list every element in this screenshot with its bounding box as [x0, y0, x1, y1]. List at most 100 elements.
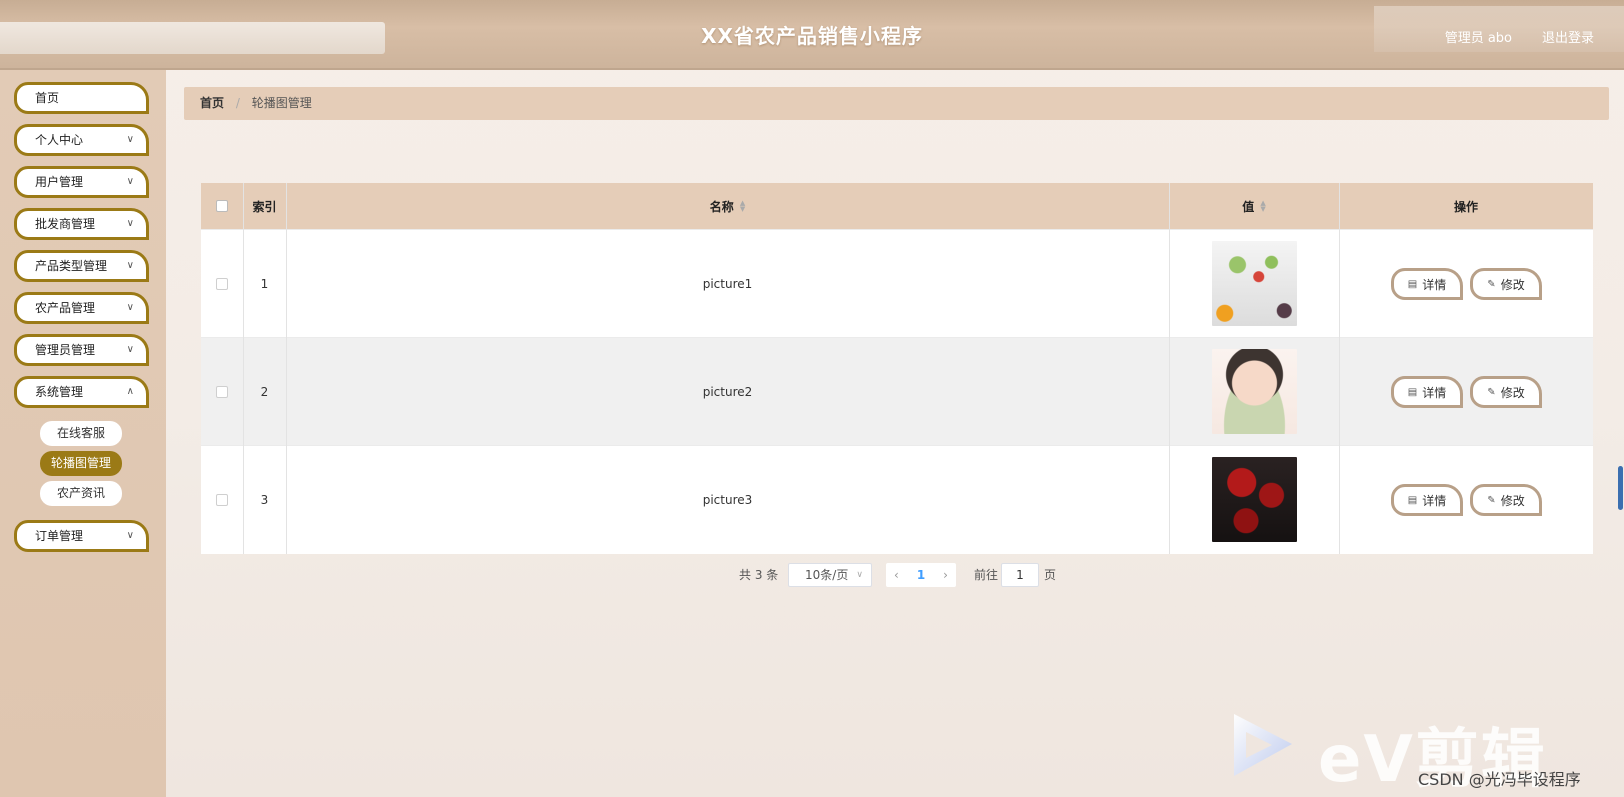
row-checkbox[interactable] [216, 277, 228, 290]
header-name-label: 名称 [709, 199, 734, 214]
app-title: XX省农产品销售小程序 [701, 24, 923, 48]
table-row: 1 picture1 ▤ 详情 ✎ 修改 [201, 229, 1593, 337]
chevron-down-icon: ∨ [126, 134, 134, 145]
detail-button[interactable]: ▤ 详情 [1391, 268, 1463, 300]
row-checkbox-cell [201, 338, 243, 445]
sidebar-item-system[interactable]: 系统管理 ∧ [14, 376, 149, 408]
sidebar-item-label: 农产品管理 [35, 301, 96, 315]
header-index: 索引 [252, 199, 277, 214]
sort-icon: ▲ ▼ [1260, 199, 1266, 213]
sidebar-item-products[interactable]: 农产品管理 ∨ [14, 292, 149, 324]
column-divider [243, 183, 244, 554]
table-header: 索引 名称 ▲ ▼ 值 ▲ ▼ 操作 [201, 183, 1593, 229]
sidebar-subitem-online-service[interactable]: 在线客服 [40, 421, 122, 446]
row-name: picture1 [702, 276, 753, 291]
prev-page-icon[interactable]: ‹ [894, 568, 899, 582]
goto-label: 前往 [974, 568, 999, 582]
edit-button-label: 修改 [1500, 493, 1525, 508]
chevron-down-icon: ∨ [856, 570, 863, 580]
next-page-icon[interactable]: › [943, 568, 948, 582]
breadcrumb-home[interactable]: 首页 [200, 96, 224, 110]
row-checkbox[interactable] [216, 385, 228, 398]
page-size-value: 10条/页 [805, 568, 849, 582]
current-user: 管理员 abo [1444, 31, 1512, 46]
carousel-thumbnail[interactable] [1211, 349, 1297, 434]
header-actions: 操作 [1453, 199, 1478, 214]
top-header: XX省农产品销售小程序 管理员 abo 退出登录 [0, 0, 1624, 70]
sidebar-item-admins[interactable]: 管理员管理 ∨ [14, 334, 149, 366]
sidebar-item-product-types[interactable]: 产品类型管理 ∨ [14, 250, 149, 282]
select-all-checkbox[interactable] [216, 200, 228, 212]
row-value-cell [1169, 230, 1339, 337]
sidebar-item-users[interactable]: 用户管理 ∨ [14, 166, 149, 198]
breadcrumb: 首页 / 轮播图管理 [184, 87, 1609, 120]
column-divider [1169, 183, 1170, 554]
row-index: 3 [260, 492, 269, 507]
sidebar-item-orders[interactable]: 订单管理 ∨ [14, 520, 149, 552]
row-value-cell [1169, 446, 1339, 553]
detail-button-label: 详情 [1422, 385, 1447, 400]
csdn-watermark: CSDN @光冯毕设程序 [1418, 770, 1581, 789]
row-index: 2 [260, 384, 269, 399]
edit-button[interactable]: ✎ 修改 [1470, 376, 1542, 408]
pencil-icon: ✎ [1487, 386, 1496, 398]
table-row: 3 picture3 ▤ 详情 ✎ 修改 [201, 445, 1593, 553]
row-checkbox-cell [201, 446, 243, 553]
detail-button[interactable]: ▤ 详情 [1391, 376, 1463, 408]
goto-page-input[interactable]: 1 [1001, 563, 1039, 587]
header-value[interactable]: 值 ▲ ▼ [1169, 183, 1339, 229]
sidebar-subitem-carousel[interactable]: 轮播图管理 [40, 451, 122, 476]
chevron-up-icon: ∧ [126, 386, 134, 397]
sidebar-item-label: 用户管理 [35, 175, 84, 189]
pager: ‹ 1 › [886, 563, 956, 587]
row-name: picture3 [702, 492, 753, 507]
table-row: 2 picture2 ▤ 详情 ✎ 修改 [201, 337, 1593, 445]
logout-link[interactable]: 退出登录 [1542, 27, 1594, 46]
row-index: 1 [260, 276, 269, 291]
chevron-down-icon: ∨ [126, 218, 134, 229]
page-number-current[interactable]: 1 [917, 568, 925, 582]
edit-button[interactable]: ✎ 修改 [1470, 484, 1542, 516]
edit-button-label: 修改 [1500, 385, 1525, 400]
sidebar-item-label: 订单管理 [35, 529, 84, 543]
chevron-down-icon: ∨ [126, 530, 134, 541]
detail-button-label: 详情 [1422, 493, 1447, 508]
sidebar-item-label: 管理员管理 [35, 343, 96, 357]
sidebar-item-home[interactable]: 首页 [14, 82, 149, 114]
header-name[interactable]: 名称 ▲ ▼ [286, 183, 1169, 229]
detail-button[interactable]: ▤ 详情 [1391, 484, 1463, 516]
edit-button[interactable]: ✎ 修改 [1470, 268, 1542, 300]
breadcrumb-separator: / [235, 96, 240, 110]
sort-icon: ▲ ▼ [739, 199, 746, 213]
detail-button-label: 详情 [1422, 277, 1447, 292]
pencil-icon: ✎ [1487, 494, 1496, 506]
sidebar-item-wholesalers[interactable]: 批发商管理 ∨ [14, 208, 149, 240]
carousel-thumbnail[interactable] [1211, 241, 1297, 326]
breadcrumb-current: 轮播图管理 [251, 96, 312, 110]
carousel-thumbnail[interactable] [1211, 457, 1297, 542]
carousel-table: 索引 名称 ▲▼ 值 ▲▼ 操作 1 picture1 ▤ 详情 ✎ 修改 [201, 183, 1593, 554]
sidebar-item-profile[interactable]: 个人中心 ∨ [14, 124, 149, 156]
sidebar-item-label: 个人中心 [35, 133, 84, 147]
page-size-select[interactable]: 10条/页 ∨ [788, 563, 872, 587]
chevron-down-icon: ∨ [126, 176, 134, 187]
play-logo-icon [1234, 714, 1292, 776]
sidebar-subitem-news[interactable]: 农产资讯 [40, 481, 122, 506]
chevron-down-icon: ∨ [126, 302, 134, 313]
document-icon: ▤ [1407, 494, 1418, 506]
chevron-down-icon: ∨ [126, 344, 134, 355]
sidebar-item-label: 产品类型管理 [35, 259, 108, 273]
sidebar-item-label: 批发商管理 [35, 217, 96, 231]
goto-suffix: 页 [1044, 568, 1057, 582]
sidebar: 首页 个人中心 ∨ 用户管理 ∨ 批发商管理 ∨ 产品类型管理 ∨ 农产品管理 … [0, 70, 166, 797]
pagination-total: 共 3 条 [739, 568, 779, 582]
sidebar-item-label: 首页 [35, 91, 60, 105]
row-checkbox[interactable] [216, 493, 228, 506]
row-value-cell [1169, 338, 1339, 445]
edit-button-label: 修改 [1500, 277, 1525, 292]
sidebar-item-label: 系统管理 [35, 385, 84, 399]
chevron-down-icon: ∨ [126, 260, 134, 271]
header-value-label: 值 [1242, 199, 1255, 214]
scrollbar-thumb[interactable] [1618, 466, 1623, 510]
pencil-icon: ✎ [1487, 278, 1496, 290]
